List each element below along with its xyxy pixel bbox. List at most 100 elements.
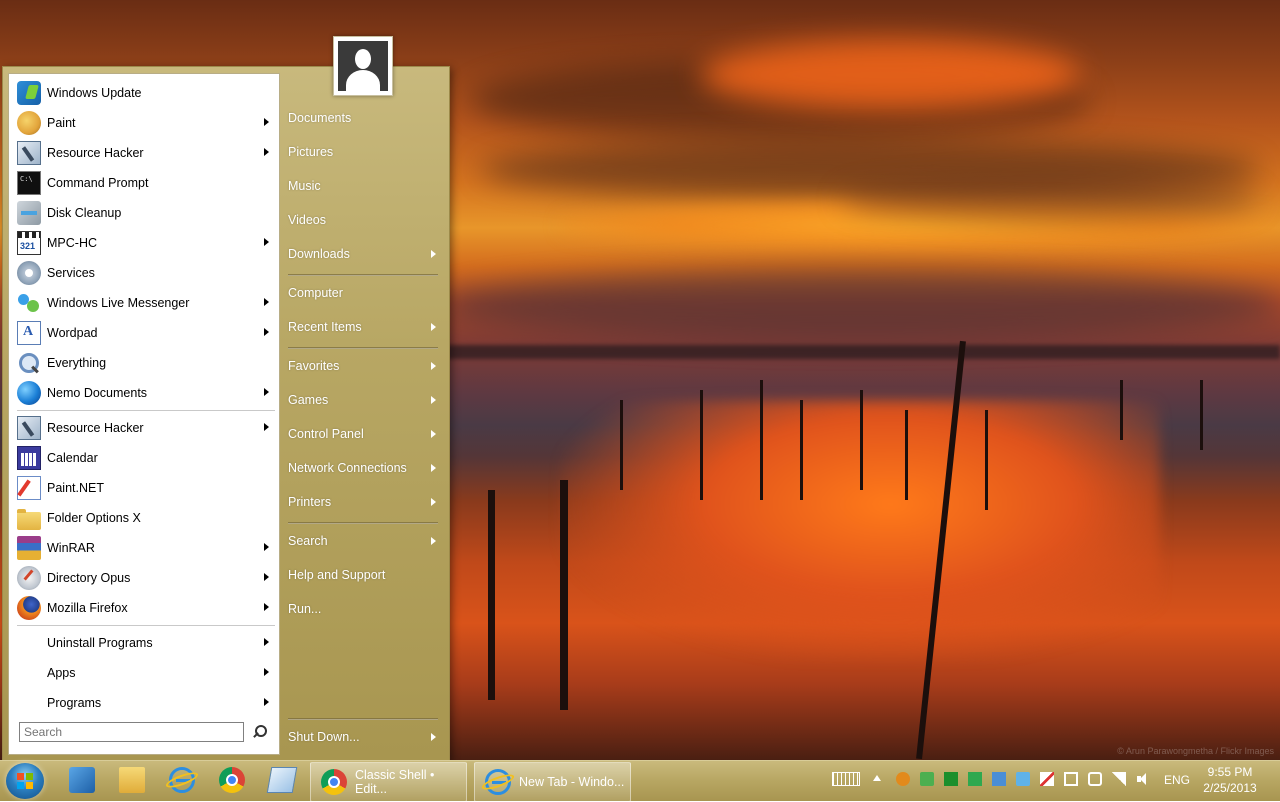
menu-item-help-and-support[interactable]: Help and Support [288,563,438,587]
menu-item-resource-hacker[interactable]: Resource Hacker [17,139,273,167]
submenu-arrow-icon [264,328,269,336]
menu-item-label: Run... [288,602,322,616]
menu-item-search[interactable]: Search [288,529,438,553]
menu-item-paintnet[interactable]: Paint.NET [17,474,273,502]
tray-m-app-icon[interactable] [968,772,982,786]
user-avatar[interactable] [333,36,393,96]
language-indicator[interactable]: ENG [1164,773,1190,787]
power-plug-icon[interactable] [1088,772,1102,786]
menu-item-programs[interactable]: Programs [17,689,273,717]
menu-item-games[interactable]: Games [288,388,438,412]
messenger-icon [17,291,41,315]
menu-item-folder-options-x[interactable]: Folder Options X [17,504,273,532]
menu-item-documents[interactable]: Documents [288,106,438,130]
menu-item-windows-update[interactable]: Windows Update [17,79,273,107]
tray-network-app-icon[interactable] [992,772,1006,786]
menu-item-music[interactable]: Music [288,174,438,198]
show-hidden-icons-icon[interactable] [873,775,881,781]
pinned-file-explorer[interactable] [110,763,152,799]
menu-item-apps[interactable]: Apps [17,659,273,687]
menu-item-pictures[interactable]: Pictures [288,140,438,164]
menu-item-run[interactable]: Run... [288,597,438,621]
menu-item-recent-items[interactable]: Recent Items [288,315,438,339]
submenu-arrow-icon [264,668,269,676]
menu-separator [17,410,275,411]
pinned-chrome[interactable] [210,763,252,799]
submenu-arrow-icon [431,250,436,258]
menu-item-label: Games [288,393,329,407]
menu-item-control-panel[interactable]: Control Panel [288,422,438,446]
menu-item-label: Videos [288,213,326,227]
wifi-signal-icon[interactable] [1112,772,1126,786]
menu-item-disk-cleanup[interactable]: Disk Cleanup [17,199,273,227]
chrome-icon [219,767,245,793]
menu-item-label: Directory Opus [47,571,131,585]
start-search-input[interactable] [19,722,244,742]
submenu-arrow-icon [264,603,269,611]
menu-item-services[interactable]: Services [17,259,273,287]
menu-item-favorites[interactable]: Favorites [288,354,438,378]
wallpaper-credit: © Arun Parawongmetha / Flickr Images [1117,746,1274,756]
menu-separator [17,625,275,626]
services-icon [17,261,41,285]
menu-item-printers[interactable]: Printers [288,490,438,514]
pinned-internet-explorer[interactable] [160,763,202,799]
menu-item-network-connections[interactable]: Network Connections [288,456,438,480]
menu-item-nemo-documents[interactable]: Nemo Documents [17,379,273,407]
menu-item-label: Favorites [288,359,340,373]
action-center-flag-icon[interactable] [1040,772,1054,786]
tray-monitor-icon[interactable] [944,772,958,786]
menu-item-command-prompt[interactable]: Command Prompt [17,169,273,197]
tray-app-icon[interactable] [896,772,910,786]
menu-item-label: Disk Cleanup [47,206,122,220]
menu-item-label: Control Panel [288,427,364,441]
search-icon[interactable] [251,724,267,740]
pinned-explorer-tool[interactable] [60,763,102,799]
touch-keyboard-icon[interactable] [832,772,860,786]
menu-item-directory-opus[interactable]: Directory Opus [17,564,273,592]
shutdown-label: Shut Down... [288,730,360,744]
clock-date: 2/25/2013 [1203,781,1257,795]
display-icon[interactable] [1064,772,1078,786]
menu-item-mpc-hc[interactable]: MPC-HC [17,229,273,257]
menu-item-paint[interactable]: Paint [17,109,273,137]
menu-separator [288,274,438,276]
taskbar-app-chrome[interactable]: Classic Shell • Edit... [310,762,467,802]
mpc-hc-icon [17,231,41,255]
menu-item-mozilla-firefox[interactable]: Mozilla Firefox [17,594,273,622]
menu-item-label: Nemo Documents [47,386,148,400]
taskbar-app-internet-explorer[interactable]: New Tab - Windo... [474,762,631,802]
menu-item-label: Computer [288,286,343,300]
menu-item-everything[interactable]: Everything [17,349,273,377]
menu-item-videos[interactable]: Videos [288,208,438,232]
shutdown-button[interactable]: Shut Down... [288,725,438,749]
tray-people-icon[interactable] [1016,772,1030,786]
menu-item-downloads[interactable]: Downloads [288,242,438,266]
menu-item-label: Resource Hacker [47,146,144,160]
taskbar-app-label: New Tab - Windo... [519,775,625,789]
menu-item-label: Paint [47,116,76,130]
menu-item-label: Printers [288,495,332,509]
menu-item-wordpad[interactable]: Wordpad [17,319,273,347]
submenu-arrow-icon [431,537,436,545]
menu-item-label: Resource Hacker [47,421,144,435]
menu-item-windows-live-messenger[interactable]: Windows Live Messenger [17,289,273,317]
menu-item-winrar[interactable]: WinRAR [17,534,273,562]
menu-item-label: Command Prompt [47,176,149,190]
menu-item-calendar[interactable]: Calendar [17,444,273,472]
submenu-arrow-icon [264,638,269,646]
directory-opus-icon [17,566,41,590]
pinned-notepad[interactable] [260,763,302,799]
start-button[interactable] [6,763,44,799]
menu-item-resource-hacker-2[interactable]: Resource Hacker [17,414,273,442]
disk-cleanup-icon [17,201,41,225]
windows-update-icon [17,81,41,105]
menu-item-computer[interactable]: Computer [288,281,438,305]
tray-sound-app-icon[interactable] [920,772,934,786]
volume-icon[interactable] [1136,772,1150,786]
menu-item-uninstall-programs[interactable]: Uninstall Programs [17,629,273,657]
start-menu-programs-panel: Windows Update Paint Resource Hacker Com… [8,73,280,755]
submenu-arrow-icon [264,573,269,581]
clock[interactable]: 9:55 PM 2/25/2013 [1200,764,1260,796]
menu-item-label: Documents [288,111,352,125]
